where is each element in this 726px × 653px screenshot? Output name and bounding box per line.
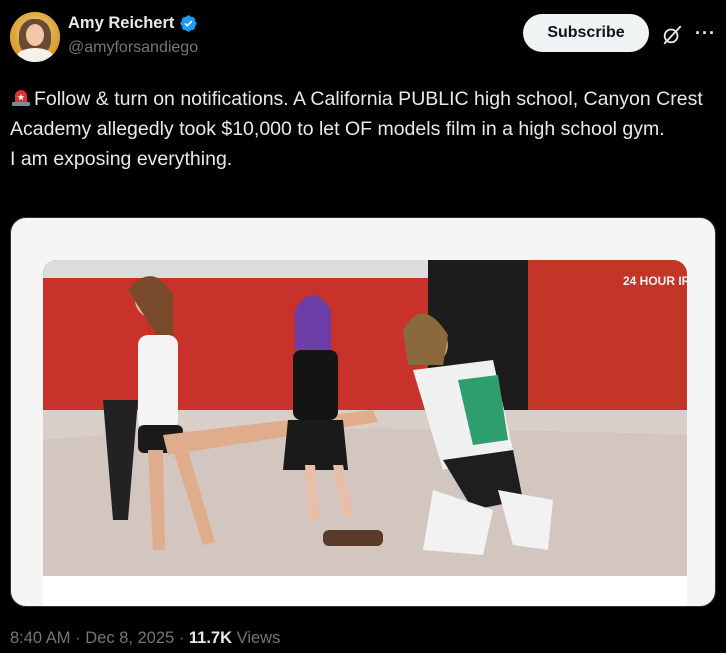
tweet-body: Follow & turn on notifications. A Califo… — [10, 88, 703, 170]
tweet: Amy Reichert @amyforsandiego Subscribe ·… — [0, 0, 726, 653]
tweet-time[interactable]: 8:40 AM — [10, 629, 71, 647]
author-name-row[interactable]: Amy Reichert — [68, 14, 198, 33]
meta-separator: · — [178, 629, 185, 647]
meta-separator: · — [75, 629, 81, 647]
views-label: Views — [236, 629, 281, 647]
views-count: 11.7K — [188, 629, 233, 647]
subscribe-button[interactable]: Subscribe — [523, 14, 649, 52]
grok-icon[interactable] — [661, 24, 683, 46]
verified-badge-icon — [180, 15, 197, 32]
avatar[interactable] — [10, 12, 60, 62]
media-card[interactable]: 24 HOUR IRL — [10, 217, 716, 607]
video-frame[interactable]: 24 HOUR IRL — [43, 260, 687, 576]
tweet-date[interactable]: Dec 8, 2025 — [85, 629, 174, 647]
timestamp-row: 8:40 AM · Dec 8, 2025 · 11.7K Views — [10, 629, 280, 648]
video-watermark: 24 HOUR IRL — [623, 274, 687, 288]
media-caption-strip — [43, 576, 687, 606]
rotating-light-icon — [12, 90, 30, 106]
author-handle[interactable]: @amyforsandiego — [68, 39, 198, 57]
author-display-name[interactable]: Amy Reichert — [68, 14, 174, 33]
more-icon[interactable]: ··· — [695, 23, 719, 43]
tweet-text: Follow & turn on notifications. A Califo… — [10, 84, 716, 174]
